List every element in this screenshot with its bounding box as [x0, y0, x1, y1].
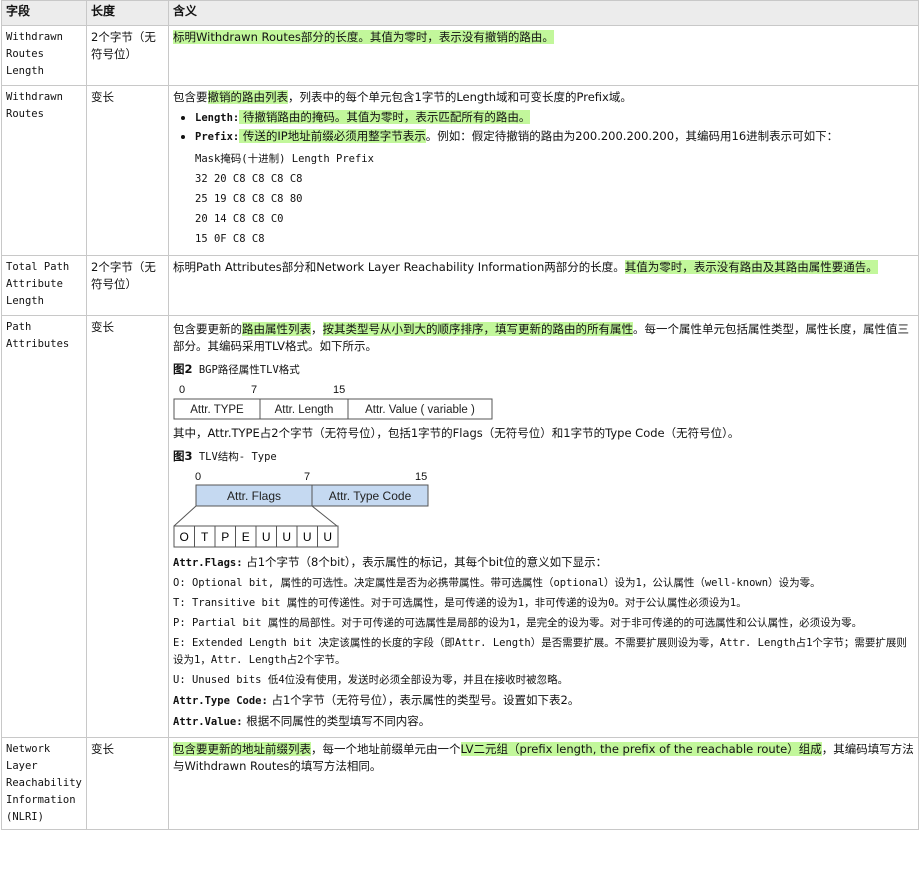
field-meaning: 标明Withdrawn Routes部分的长度。其值为零时，表示没有撤销的路由。: [168, 25, 919, 86]
text: 标明Path Attributes部分和Network Layer Reacha…: [173, 260, 625, 274]
term: Attr.Value:: [173, 716, 243, 728]
text: 根据不同属性的类型填写不同内容。: [242, 714, 431, 728]
figure-number: 图3: [173, 449, 193, 463]
field-name: Withdrawn Routes: [1, 85, 87, 256]
flag-e-description: E: Extended Length bit 决定该属性的长度的字段（即Attr…: [173, 637, 907, 666]
field-name: Total Path Attribute Length: [1, 255, 87, 316]
expand-line: [173, 505, 197, 527]
example-line: 15 0F C8 C8: [195, 233, 265, 245]
field-length: 变长: [86, 85, 169, 256]
flag-p-description: P: Partial bit 属性的局部性。对于可传递的可选属性是局部的设为1，…: [173, 617, 863, 629]
flag-u-description: U: Unused bits 低4位没有使用，发送时必须全部设为零，并且在接收时…: [173, 674, 569, 686]
paragraph: 其中，Attr.TYPE占2个字节（无符号位），包括1字节的Flags（无符号位…: [173, 426, 740, 440]
highlight: 撤销的路由列表: [207, 90, 288, 104]
bit-tick-label: 7: [304, 471, 310, 483]
type-code-cell-label: Attr. Type Code: [329, 489, 412, 503]
paragraph: Attr.Type Code: 占1个字节（无符号位），表示属性的类型号。设置如…: [173, 692, 914, 710]
bit-label: U: [282, 530, 291, 544]
term: Length:: [195, 112, 240, 124]
text: ，: [311, 322, 323, 336]
table-row: Network Layer Reachability Information (…: [1, 737, 919, 830]
field-meaning: 包含要撤销的路由列表，列表中的每个单元包含1字节的Length域和可变长度的Pr…: [168, 85, 919, 256]
tlv-format-diagram: 0 7 15 Attr. TYPE Attr. Length Attr. Val…: [173, 384, 493, 420]
figure-number: 图2: [173, 362, 193, 376]
text: 占1个字节（无符号位），表示属性的类型号。设置如下表2。: [267, 693, 580, 707]
flag-bits: O T P E U U U U: [173, 525, 339, 548]
tlv-cell-label: Attr. Length: [275, 404, 334, 416]
figure-caption: 图2 BGP路径属性TLV格式: [173, 361, 914, 379]
bit-tick-label: 15: [415, 471, 427, 483]
bullet-list: Length: 待撤销路由的掩码。其值为零时，表示匹配所有的路由。 Prefix…: [173, 109, 914, 146]
tlv-type-diagram: 0 7 15 Attr. Flags Attr. Type Code O T P…: [173, 471, 429, 548]
bgp-update-fields-table: 字段 长度 含义 Withdrawn Routes Length 2个字节（无符…: [1, 0, 919, 830]
term: Prefix:: [195, 131, 240, 143]
highlight: 其值为零时，表示没有路由及其路由属性要通告。: [624, 260, 878, 274]
field-name: Withdrawn Routes Length: [1, 25, 87, 86]
bit-tick-label: 15: [333, 384, 345, 396]
bit-label: O: [180, 530, 189, 544]
header-field: 字段: [1, 0, 87, 26]
paragraph: 包含要更新的路由属性列表，按其类型号从小到大的顺序排序，填写更新的路由的所有属性…: [173, 321, 914, 355]
highlight: LV二元组（prefix length, the prefix of the r…: [460, 742, 822, 756]
field-meaning: 包含要更新的地址前缀列表，每一个地址前缀单元由一个LV二元组（prefix le…: [168, 737, 919, 830]
highlight: 标明Withdrawn Routes部分的长度。其值为零时，表示没有撤销的路由。: [173, 30, 554, 44]
table-row: Path Attributes 变长 包含要更新的路由属性列表，按其类型号从小到…: [1, 315, 919, 738]
text: ，每一个地址前缀单元由一个: [311, 742, 461, 756]
term: Attr.Type Code:: [173, 695, 268, 707]
field-length: 变长: [86, 315, 169, 738]
list-item: Length: 待撤销路由的掩码。其值为零时，表示匹配所有的路由。: [195, 109, 914, 127]
header-length: 长度: [86, 0, 169, 26]
field-meaning: 包含要更新的路由属性列表，按其类型号从小到大的顺序排序，填写更新的路由的所有属性…: [168, 315, 919, 738]
highlight: 按其类型号从小到大的顺序排序，填写更新的路由的所有属性: [322, 322, 633, 336]
field-name: Path Attributes: [1, 315, 87, 738]
example-line: 32 20 C8 C8 C8 C8: [195, 173, 303, 185]
figure-title: BGP路径属性TLV格式: [192, 364, 300, 376]
expand-line: [311, 505, 338, 527]
bit-tick-label: 7: [251, 384, 257, 396]
figure-title: TLV结构- Type: [192, 451, 277, 463]
field-length: 2个字节（无符号位）: [86, 255, 169, 316]
list-item: Prefix: 传送的IP地址前缀必须用整字节表示。例如：假定待撤销的路由为20…: [195, 128, 914, 146]
bit-label: U: [323, 530, 332, 544]
field-meaning: 标明Path Attributes部分和Network Layer Reacha…: [168, 255, 919, 316]
flag-o-description: O: Optional bit, 属性的可选性。决定属性是否为必携带属性。带可选…: [173, 577, 821, 589]
highlight: 待撤销路由的掩码。其值为零时，表示匹配所有的路由。: [239, 110, 531, 124]
bit-label: U: [262, 530, 271, 544]
table-row: Withdrawn Routes 变长 包含要撤销的路由列表，列表中的每个单元包…: [1, 85, 919, 256]
paragraph: 包含要撤销的路由列表，列表中的每个单元包含1字节的Length域和可变长度的Pr…: [173, 89, 914, 106]
text: 包含要更新的: [173, 322, 242, 336]
example-line: 25 19 C8 C8 C8 80: [195, 193, 303, 205]
bit-label: P: [221, 530, 229, 544]
example-header: Mask掩码(十进制) Length Prefix: [195, 153, 374, 165]
bit-label: E: [242, 530, 250, 544]
paragraph: Attr.Flags: 占1个字节（8个bit），表示属性的标记，其每个bit位…: [173, 554, 914, 572]
header-meaning: 含义: [168, 0, 919, 26]
text: 占1个字节（8个bit），表示属性的标记，其每个bit位的意义如下显示：: [242, 555, 608, 569]
highlight: 包含要更新的地址前缀列表: [173, 742, 311, 756]
text: ，列表中的每个单元包含1字节的Length域和可变长度的Prefix域。: [288, 90, 632, 104]
text: 。例如：假定待撤销的路由为200.200.200.200，其编码用16进制表示可…: [425, 129, 839, 143]
tlv-cell-label: Attr. Value ( variable ): [365, 404, 475, 416]
bit-label: U: [303, 530, 312, 544]
example-line: 20 14 C8 C8 C0: [195, 213, 284, 225]
field-length: 2个字节（无符号位）: [86, 25, 169, 86]
table-row: Total Path Attribute Length 2个字节（无符号位） 标…: [1, 255, 919, 316]
bit-label: T: [201, 530, 209, 544]
flags-cell-label: Attr. Flags: [227, 489, 281, 503]
bit-tick-label: 0: [195, 471, 201, 483]
table-row: Withdrawn Routes Length 2个字节（无符号位） 标明Wit…: [1, 25, 919, 86]
highlight: 路由属性列表: [242, 322, 311, 336]
field-name: Network Layer Reachability Information (…: [1, 737, 87, 830]
figure-caption: 图3 TLV结构- Type: [173, 448, 914, 466]
flag-t-description: T: Transitive bit 属性的可传递性。对于可选属性，是可传递的设为…: [173, 597, 747, 609]
paragraph: Attr.Value: 根据不同属性的类型填写不同内容。: [173, 713, 914, 731]
highlight: 传送的IP地址前缀必须用整字节表示: [239, 129, 426, 143]
term: Attr.Flags:: [173, 557, 243, 569]
text: 包含要: [173, 90, 208, 104]
table-header-row: 字段 长度 含义: [1, 0, 919, 26]
bit-tick-label: 0: [179, 384, 185, 396]
field-length: 变长: [86, 737, 169, 830]
tlv-cell-label: Attr. TYPE: [190, 404, 244, 416]
